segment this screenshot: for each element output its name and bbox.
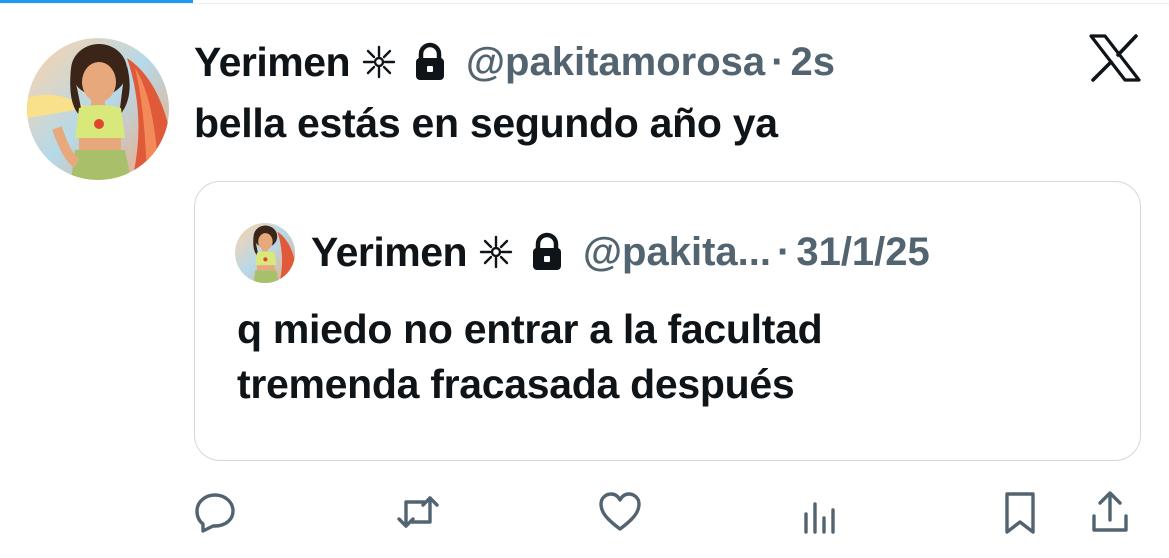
tweet-text: bella estás en segundo año ya: [194, 100, 778, 146]
author-handle[interactable]: @pakitamorosa: [466, 40, 765, 85]
lock-icon: [412, 42, 448, 82]
cartoon-girl-avatar-icon: [235, 223, 295, 283]
bookmark-button[interactable]: [990, 482, 1050, 542]
quoted-tweet-line: tremenda fracasada después: [237, 361, 795, 407]
views-icon: [804, 502, 835, 534]
quoted-author-name: Yerimen: [311, 228, 468, 275]
sparkle-icon: [479, 235, 513, 269]
cartoon-girl-avatar-icon: [27, 38, 169, 180]
quoted-author-handle: @pakita...: [583, 229, 771, 274]
quoted-tweet-timestamp: 31/1/25: [796, 229, 930, 274]
x-logo-icon[interactable]: [1089, 34, 1141, 82]
quoted-tweet-header: Yerimen @pakita... · 31/1/25: [311, 226, 930, 278]
share-icon: [1092, 491, 1128, 532]
top-divider: [0, 3, 1169, 4]
separator-dot: ·: [771, 39, 785, 84]
author-avatar[interactable]: [27, 38, 169, 180]
tweet-header: Yerimen @pakitamorosa · 2s: [194, 36, 835, 88]
reply-icon: [195, 493, 235, 533]
share-button[interactable]: [1080, 482, 1140, 542]
quoted-tweet-text: q miedo no entrar a la facultad tremenda…: [237, 302, 823, 412]
sparkle-icon: [362, 45, 396, 79]
quoted-tweet-card[interactable]: Yerimen @pakita... · 31/1/25 q miedo no …: [194, 181, 1141, 461]
like-button[interactable]: [590, 482, 650, 542]
tweet-action-bar: [0, 482, 1169, 552]
lock-icon: [529, 232, 565, 272]
repost-button[interactable]: [388, 482, 448, 542]
tweet-timestamp[interactable]: 2s: [790, 40, 835, 85]
author-name[interactable]: Yerimen: [194, 39, 351, 86]
repost-icon: [397, 496, 439, 528]
quoted-tweet-line: q miedo no entrar a la facultad: [237, 306, 823, 352]
heart-icon: [599, 492, 641, 531]
separator-dot: ·: [777, 229, 791, 274]
bookmark-icon: [1005, 492, 1035, 534]
reply-button[interactable]: [185, 482, 245, 542]
quoted-author-avatar: [235, 223, 295, 283]
views-button[interactable]: [790, 482, 850, 542]
